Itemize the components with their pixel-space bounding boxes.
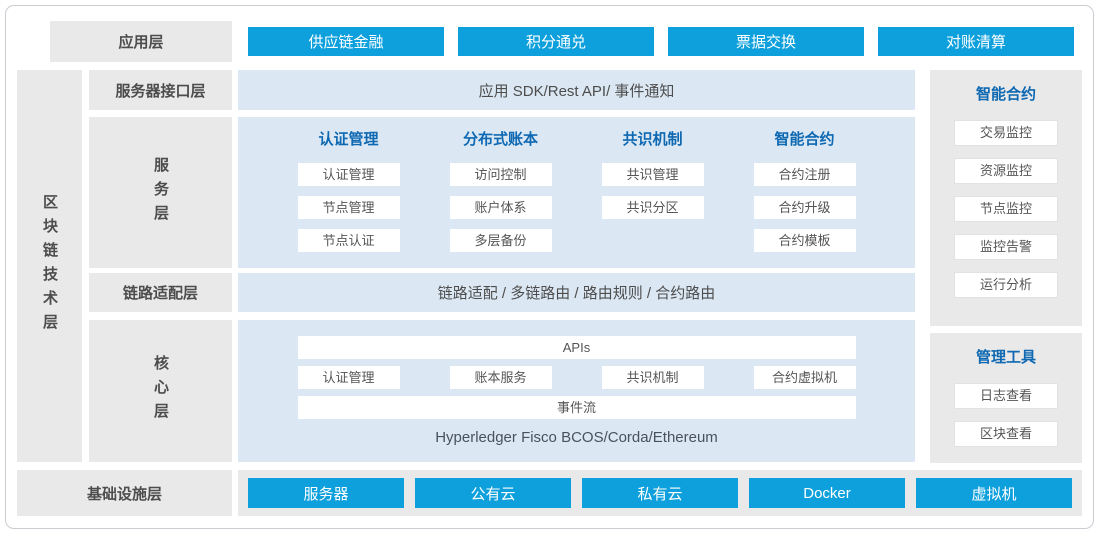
panel-item-operation-analysis[interactable]: 运行分析	[954, 272, 1058, 298]
interface-layer-content: 应用 SDK/Rest API/ 事件通知	[238, 70, 915, 110]
core-layer-label: 核心层	[89, 320, 232, 462]
service-layer-content: 认证管理 认证管理 节点管理 节点认证 分布式账本 访问控制 账户体系 多层备份…	[238, 117, 915, 268]
app-button-bill-exchange[interactable]: 票据交换	[668, 27, 864, 56]
management-tools-panel: 管理工具 日志查看 区块查看	[930, 333, 1082, 463]
service-item[interactable]: 合约模板	[754, 229, 856, 252]
infra-button-server[interactable]: 服务器	[248, 478, 404, 508]
core-module[interactable]: 共识机制	[602, 366, 704, 389]
panel-item-resource-monitor[interactable]: 资源监控	[954, 158, 1058, 184]
service-column-header: 认证管理	[318, 130, 378, 150]
service-column-header: 智能合约	[774, 130, 834, 150]
panel-item-node-monitor[interactable]: 节点监控	[954, 196, 1058, 222]
service-item[interactable]: 多层备份	[450, 229, 552, 252]
app-layer-label: 应用层	[50, 21, 232, 62]
core-modules-row: 认证管理 账本服务 共识机制 合约虚拟机	[298, 366, 856, 389]
infra-button-private-cloud[interactable]: 私有云	[582, 478, 738, 508]
infra-button-public-cloud[interactable]: 公有云	[415, 478, 571, 508]
service-item[interactable]: 合约注册	[754, 163, 856, 186]
infra-layer-strip: 服务器 公有云 私有云 Docker 虚拟机	[238, 470, 1082, 516]
blockchain-tech-layer-bar: 区块链技术层	[17, 70, 82, 462]
service-layer-label-text: 服务层	[150, 157, 171, 229]
blockchain-tech-layer-label: 区块链技术层	[39, 194, 60, 338]
panel-item-transaction-monitor[interactable]: 交易监控	[954, 120, 1058, 146]
service-item[interactable]: 认证管理	[298, 163, 400, 186]
smart-contract-panel-title: 智能合约	[976, 86, 1036, 104]
panel-item-log-view[interactable]: 日志查看	[954, 383, 1058, 409]
app-layer-buttons: 供应链金融 积分通兑 票据交换 对账清算	[248, 27, 1074, 56]
app-button-points-exchange[interactable]: 积分通兑	[458, 27, 654, 56]
management-tools-panel-items: 日志查看 区块查看	[954, 383, 1058, 447]
service-column-smart-contract: 智能合约 合约注册 合约升级 合约模板	[754, 130, 856, 252]
smart-contract-panel-items: 交易监控 资源监控 节点监控 监控告警 运行分析	[954, 120, 1058, 298]
service-item[interactable]: 账户体系	[450, 196, 552, 219]
core-layer-label-text: 核心层	[150, 355, 171, 427]
core-layer-content: APIs 认证管理 账本服务 共识机制 合约虚拟机 事件流 Hyperledge…	[238, 320, 915, 462]
service-item[interactable]: 共识管理	[602, 163, 704, 186]
service-item[interactable]: 共识分区	[602, 196, 704, 219]
core-platforms-text: Hyperledger Fisco BCOS/Corda/Ethereum	[298, 429, 856, 446]
service-layer-grid: 认证管理 认证管理 节点管理 节点认证 分布式账本 访问控制 账户体系 多层备份…	[298, 130, 856, 252]
link-layer-content: 链路适配 / 多链路由 / 路由规则 / 合约路由	[238, 273, 915, 312]
core-layer-stack: APIs 认证管理 账本服务 共识机制 合约虚拟机 事件流 Hyperledge…	[298, 336, 856, 446]
app-button-reconciliation[interactable]: 对账清算	[878, 27, 1074, 56]
core-module[interactable]: 账本服务	[450, 366, 552, 389]
core-module[interactable]: 合约虚拟机	[754, 366, 856, 389]
service-column-header: 分布式账本	[463, 130, 538, 150]
link-layer-label: 链路适配层	[89, 273, 232, 312]
service-column-header: 共识机制	[622, 130, 682, 150]
panel-item-monitor-alert[interactable]: 监控告警	[954, 234, 1058, 260]
core-module[interactable]: 认证管理	[298, 366, 400, 389]
smart-contract-panel: 智能合约 交易监控 资源监控 节点监控 监控告警 运行分析	[930, 70, 1082, 326]
service-column-consensus: 共识机制 共识管理 共识分区	[602, 130, 704, 252]
core-apis-box[interactable]: APIs	[298, 336, 856, 359]
interface-layer-label: 服务器接口层	[89, 70, 232, 110]
infra-button-vm[interactable]: 虚拟机	[916, 478, 1072, 508]
service-item[interactable]: 访问控制	[450, 163, 552, 186]
app-button-supply-chain-finance[interactable]: 供应链金融	[248, 27, 444, 56]
service-layer-label: 服务层	[89, 117, 232, 268]
service-column-auth: 认证管理 认证管理 节点管理 节点认证	[298, 130, 400, 252]
panel-item-block-view[interactable]: 区块查看	[954, 421, 1058, 447]
infra-layer-label: 基础设施层	[17, 470, 232, 516]
service-item[interactable]: 节点认证	[298, 229, 400, 252]
service-item[interactable]: 节点管理	[298, 196, 400, 219]
infra-button-docker[interactable]: Docker	[749, 478, 905, 508]
management-tools-panel-title: 管理工具	[976, 349, 1036, 367]
service-item[interactable]: 合约升级	[754, 196, 856, 219]
core-event-stream-box[interactable]: 事件流	[298, 396, 856, 419]
service-column-ledger: 分布式账本 访问控制 账户体系 多层备份	[450, 130, 552, 252]
architecture-diagram: 应用层 供应链金融 积分通兑 票据交换 对账清算 区块链技术层 服务器接口层 服…	[0, 0, 1100, 534]
